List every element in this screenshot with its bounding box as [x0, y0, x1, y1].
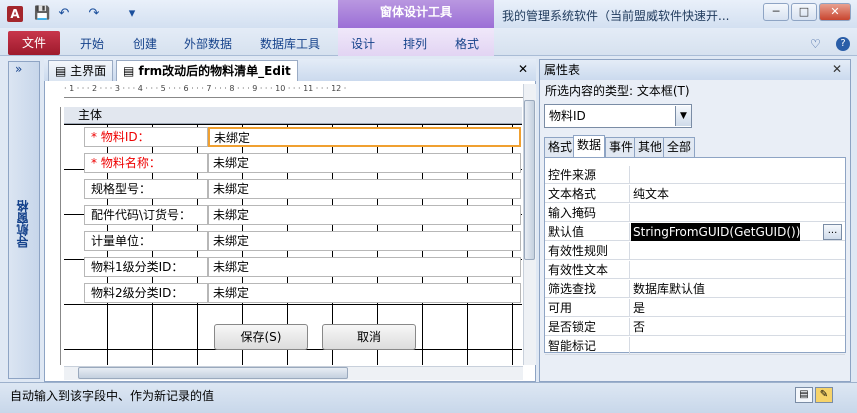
section-header-detail[interactable]: 主体	[64, 107, 522, 124]
property-sheet-title: 属性表	[540, 60, 850, 80]
vertical-ruler	[45, 107, 61, 365]
redo-icon[interactable]: ↷	[86, 6, 102, 22]
prop-row-smart-tags[interactable]: 智能标记	[545, 337, 845, 355]
tab-data-props[interactable]: 数据	[573, 135, 606, 157]
divider	[629, 204, 630, 222]
access-icon[interactable]: A	[7, 6, 23, 22]
divider	[629, 261, 630, 279]
divider	[629, 242, 630, 260]
minimize-ribbon-icon[interactable]: ♡	[810, 34, 821, 54]
nav-expand-icon[interactable]: »	[15, 62, 22, 76]
help-icon[interactable]: ?	[836, 37, 850, 51]
prop-value[interactable]: 是	[631, 299, 645, 317]
prop-name: 是否锁定	[548, 320, 597, 334]
tab-design[interactable]: 设计	[351, 34, 375, 54]
prop-name: 输入掩码	[548, 206, 597, 220]
divider	[629, 185, 630, 203]
prop-row-text-format[interactable]: 文本格式 纯文本	[545, 185, 845, 203]
vertical-scroll-thumb[interactable]	[524, 100, 535, 260]
textbox-category2-id[interactable]: 未绑定	[208, 283, 521, 303]
prop-row-default-value[interactable]: 默认值 StringFromGUID(GetGUID())	[545, 223, 845, 241]
selection-type-label: 所选内容的类型: 文本框(T)	[545, 84, 690, 98]
save-icon[interactable]: 💾	[34, 6, 50, 22]
tab-home[interactable]: 开始	[80, 34, 104, 54]
navigation-pane-label: 导航窗格	[16, 200, 30, 248]
window-title: 我的管理系统软件（当前盟威软件快速开...	[502, 9, 730, 23]
status-text: 自动输入到该字段中、作为新记录的值	[10, 389, 215, 403]
prop-name: 可用	[548, 301, 573, 315]
divider	[629, 280, 630, 298]
textbox-spec-model[interactable]: 未绑定	[208, 179, 521, 199]
textbox-material-name[interactable]: 未绑定	[208, 153, 521, 173]
prop-row-input-mask[interactable]: 输入掩码	[545, 204, 845, 222]
minimize-button[interactable]: ─	[763, 3, 789, 21]
divider	[629, 299, 630, 317]
save-button[interactable]: 保存(S)	[214, 324, 308, 350]
horizontal-scroll-thumb[interactable]	[78, 367, 348, 379]
file-tab[interactable]: 文件	[8, 31, 60, 55]
prop-value[interactable]: StringFromGUID(GetGUID())	[631, 223, 801, 241]
prop-value[interactable]: 数据库默认值	[631, 280, 705, 298]
tab-arrange[interactable]: 排列	[403, 34, 427, 54]
design-view-icon[interactable]: ✎	[815, 387, 833, 403]
divider	[629, 318, 630, 336]
divider	[629, 223, 630, 241]
control-selector[interactable]: 物料ID	[544, 104, 692, 128]
divider	[629, 166, 630, 184]
tab-create[interactable]: 创建	[133, 34, 157, 54]
close-button[interactable]: ✕	[819, 3, 851, 21]
label-material-name[interactable]: * 物料名称：	[84, 153, 208, 173]
prop-name: 智能标记	[548, 339, 597, 353]
prop-row-locked[interactable]: 是否锁定 否	[545, 318, 845, 336]
close-document-icon[interactable]: ✕	[518, 62, 528, 76]
tab-all-props[interactable]: 全部	[663, 137, 696, 157]
form-design-tools-header: 窗体设计工具	[338, 0, 494, 28]
customize-qat-icon[interactable]: ▾	[124, 6, 140, 22]
horizontal-ruler: · 1 · · · 2 · · · 3 · · · 4 · · · 5 · · …	[64, 84, 525, 98]
prop-row-validation-rule[interactable]: 有效性规则	[545, 242, 845, 260]
prop-row-filter-lookup[interactable]: 筛选查找 数据库默认值	[545, 280, 845, 298]
tab-label: 主界面	[70, 64, 107, 78]
prop-value[interactable]: 否	[631, 318, 645, 336]
tab-event-props[interactable]: 事件	[605, 137, 638, 157]
prop-name: 控件来源	[548, 168, 597, 182]
label-category1-id[interactable]: 物料1级分类ID：	[84, 257, 208, 277]
form-icon: ▤	[123, 64, 139, 78]
textbox-part-code[interactable]: 未绑定	[208, 205, 521, 225]
label-unit[interactable]: 计量单位：	[84, 231, 208, 251]
textbox-unit[interactable]: 未绑定	[208, 231, 521, 251]
builder-button[interactable]: ...	[823, 224, 842, 240]
tab-label: frm改动后的物料清单_Edit	[138, 64, 291, 78]
tab-format[interactable]: 格式	[455, 34, 479, 54]
undo-icon[interactable]: ↶	[56, 6, 72, 22]
prop-row-enabled[interactable]: 可用 是	[545, 299, 845, 317]
tab-database-tools[interactable]: 数据库工具	[260, 34, 320, 54]
chevron-down-icon[interactable]: ▼	[675, 106, 691, 126]
prop-name: 筛选查找	[548, 282, 597, 296]
label-spec-model[interactable]: 规格型号：	[84, 179, 208, 199]
form-icon: ▤	[55, 64, 71, 78]
prop-value[interactable]: 纯文本	[631, 185, 669, 203]
prop-row-control-source[interactable]: 控件来源	[545, 166, 845, 184]
cancel-button[interactable]: 取消	[322, 324, 416, 350]
tab-main-form[interactable]: ▤ 主界面	[48, 60, 114, 81]
prop-name: 有效性文本	[548, 263, 609, 277]
label-part-code[interactable]: 配件代码\订货号：	[84, 205, 208, 225]
prop-row-validation-text[interactable]: 有效性文本	[545, 261, 845, 279]
tab-format-props[interactable]: 格式	[544, 137, 577, 157]
prop-name: 默认值	[548, 225, 585, 239]
tab-edit-form[interactable]: ▤ frm改动后的物料清单_Edit	[116, 60, 298, 81]
prop-name: 文本格式	[548, 187, 597, 201]
close-property-sheet-icon[interactable]: ✕	[830, 62, 844, 76]
prop-name: 有效性规则	[548, 244, 609, 258]
divider	[629, 337, 630, 355]
textbox-category1-id[interactable]: 未绑定	[208, 257, 521, 277]
textbox-material-id[interactable]: 未绑定	[208, 127, 521, 147]
label-material-id[interactable]: * 物料ID：	[84, 127, 208, 147]
tab-other-props[interactable]: 其他	[634, 137, 667, 157]
label-category2-id[interactable]: 物料2级分类ID：	[84, 283, 208, 303]
tab-external-data[interactable]: 外部数据	[184, 34, 232, 54]
form-view-icon[interactable]: ▤	[795, 387, 813, 403]
maximize-button[interactable]: □	[791, 3, 817, 21]
